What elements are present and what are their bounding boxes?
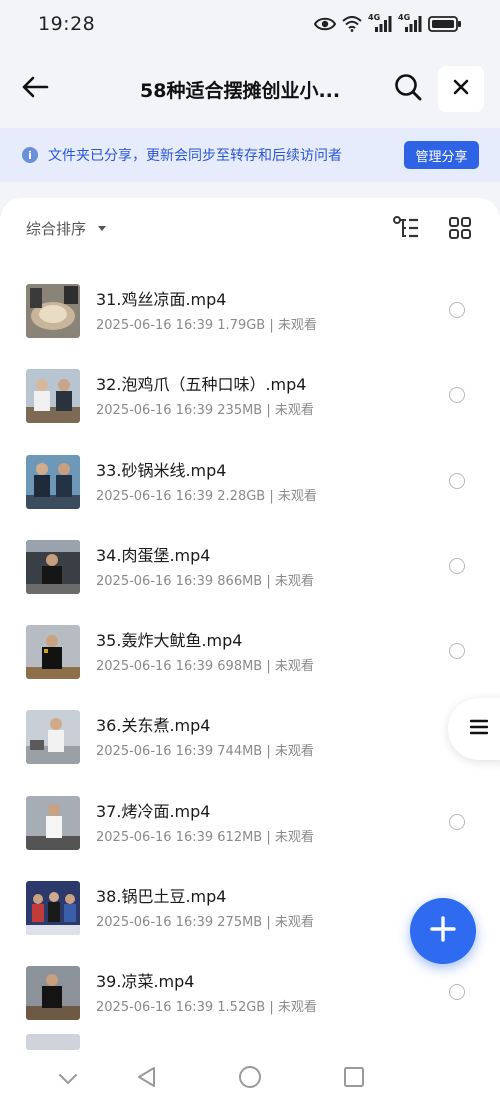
info-icon: i (22, 147, 38, 163)
file-meta: 2025-06-16 16:39 2.28GB | 未观看 (96, 488, 317, 504)
status-bar: 19:28 4G 4G (0, 0, 500, 48)
partial-next-thumbnail (26, 1034, 80, 1050)
file-meta: 2025-06-16 16:39 235MB | 未观看 (96, 403, 314, 419)
select-checkbox[interactable] (449, 302, 465, 318)
nav-home-button[interactable] (238, 1065, 262, 1093)
recents-square-icon (343, 1066, 365, 1092)
home-circle-icon (238, 1065, 262, 1093)
file-meta: 2025-06-16 16:39 698MB | 未观看 (96, 659, 314, 675)
status-time: 19:28 (38, 13, 96, 35)
network-type-label: 4G (368, 13, 381, 22)
share-notice-text: 文件夹已分享，更新会同步至转存和后续访问者 (48, 148, 342, 164)
back-button[interactable] (18, 72, 52, 106)
nav-recents-button[interactable] (342, 1066, 366, 1092)
video-thumbnail (26, 710, 80, 765)
system-nav-bar (0, 1050, 500, 1107)
sort-label: 综合排序 (26, 220, 87, 238)
wifi-icon (342, 16, 362, 32)
file-row[interactable]: 37.烤冷面.mp4 2025-06-16 16:39 612MB | 未观看 (0, 780, 500, 865)
share-notice-bar: i 文件夹已分享，更新会同步至转存和后续访问者 管理分享 (0, 128, 500, 182)
search-icon (394, 73, 422, 105)
file-row[interactable]: 34.肉蛋堡.mp4 2025-06-16 16:39 866MB | 未观看 (0, 524, 500, 609)
arrow-left-icon (21, 76, 49, 102)
back-triangle-icon (136, 1066, 156, 1092)
close-button[interactable] (438, 66, 484, 112)
file-meta: 2025-06-16 16:39 275MB | 未观看 (96, 915, 314, 931)
select-checkbox[interactable] (449, 813, 465, 830)
signal-4g-icon: 4G (398, 13, 422, 33)
grid-view-button[interactable] (448, 216, 472, 240)
nav-back-button[interactable] (134, 1066, 158, 1092)
file-row[interactable]: 39.凉菜.mp4 2025-06-16 16:39 1.52GB | 未观看 (0, 950, 500, 1035)
chevron-down-icon (58, 1070, 78, 1089)
battery-icon (428, 16, 462, 32)
caret-down-icon (98, 226, 107, 231)
select-checkbox[interactable] (449, 387, 465, 404)
file-name: 34.肉蛋堡.mp4 (96, 545, 211, 565)
video-thumbnail (26, 539, 80, 594)
close-icon (453, 79, 469, 99)
video-thumbnail (26, 881, 80, 936)
file-row[interactable]: 35.轰炸大鱿鱼.mp4 2025-06-16 16:39 698MB | 未观… (0, 609, 500, 694)
file-meta: 2025-06-16 16:39 612MB | 未观看 (96, 829, 314, 845)
select-checkbox[interactable] (449, 557, 465, 574)
tree-view-button[interactable] (392, 216, 420, 240)
video-thumbnail (26, 369, 80, 424)
manage-share-button[interactable]: 管理分享 (404, 141, 479, 169)
video-thumbnail (26, 284, 80, 338)
file-name: 36.关东煮.mp4 (96, 716, 211, 736)
top-bar: 58种适合摆摊创业小... (0, 56, 500, 120)
menu-icon (469, 719, 489, 739)
signal-4g-icon: 4G (368, 13, 392, 33)
video-thumbnail (26, 625, 80, 680)
network-type-label: 4G (398, 13, 411, 22)
file-meta: 2025-06-16 16:39 1.79GB | 未观看 (96, 318, 317, 333)
select-checkbox[interactable] (449, 984, 465, 1001)
video-thumbnail (26, 795, 80, 850)
file-row[interactable]: 33.砂锅米线.mp4 2025-06-16 16:39 2.28GB | 未观… (0, 439, 500, 524)
file-name: 38.锅巴土豆.mp4 (96, 887, 227, 907)
file-meta: 2025-06-16 16:39 744MB | 未观看 (96, 744, 314, 760)
eye-icon (314, 17, 336, 31)
nav-collapse-button[interactable] (56, 1068, 80, 1090)
page-title: 58种适合摆摊创业小... (140, 80, 341, 102)
sort-dropdown[interactable]: 综合排序 (26, 218, 107, 239)
file-name: 33.砂锅米线.mp4 (96, 460, 227, 480)
file-row[interactable]: 36.关东煮.mp4 2025-06-16 16:39 744MB | 未观看 (0, 694, 500, 779)
select-checkbox[interactable] (449, 643, 465, 660)
plus-icon (429, 915, 457, 947)
video-thumbnail (26, 454, 80, 509)
file-name: 31.鸡丝凉面.mp4 (96, 290, 227, 309)
select-checkbox[interactable] (449, 472, 465, 489)
add-button[interactable] (410, 898, 476, 964)
grid-view-icon (448, 217, 472, 244)
file-row[interactable]: 31.鸡丝凉面.mp4 2025-06-16 16:39 1.79GB | 未观… (0, 268, 500, 353)
file-name: 35.轰炸大鱿鱼.mp4 (96, 631, 243, 651)
tree-view-icon (392, 216, 420, 244)
file-meta: 2025-06-16 16:39 1.52GB | 未观看 (96, 1000, 317, 1016)
file-meta: 2025-06-16 16:39 866MB | 未观看 (96, 573, 314, 589)
file-name: 39.凉菜.mp4 (96, 972, 195, 992)
file-name: 32.泡鸡爪（五种口味）.mp4 (96, 375, 307, 395)
search-button[interactable] (390, 71, 426, 107)
video-thumbnail (26, 966, 80, 1021)
file-name: 37.烤冷面.mp4 (96, 801, 211, 821)
status-icons: 4G 4G (314, 13, 462, 33)
file-row[interactable]: 32.泡鸡爪（五种口味）.mp4 2025-06-16 16:39 235MB … (0, 353, 500, 438)
